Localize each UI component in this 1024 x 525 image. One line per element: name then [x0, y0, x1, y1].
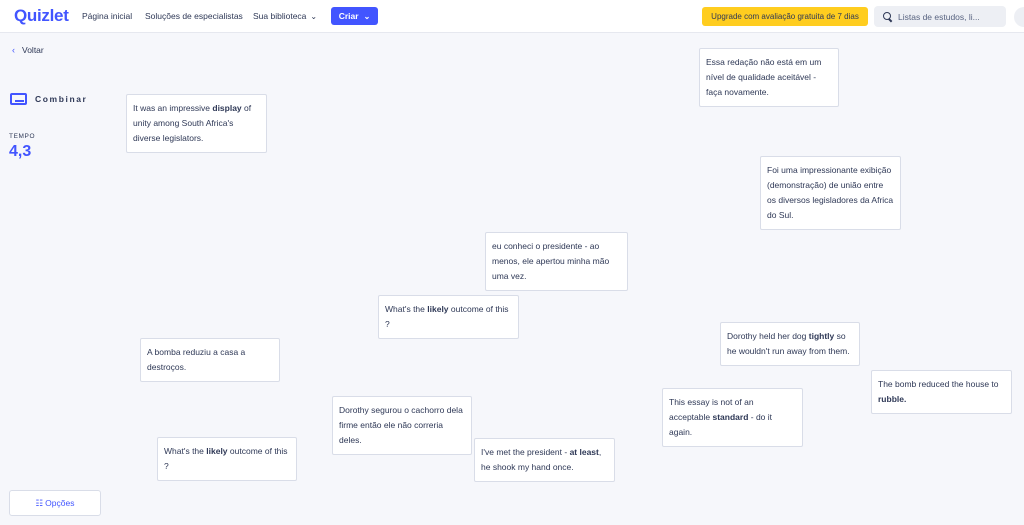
card-term-bold: likely: [206, 446, 228, 456]
card-text: What's the: [164, 446, 207, 456]
card-text: It was an impressive: [133, 103, 213, 113]
card-text: Dorothy segurou o cachorro dela firme en…: [339, 405, 463, 445]
nav-library-label: Sua biblioteca: [253, 11, 307, 21]
card-term-bold: rubble.: [878, 394, 907, 404]
card-text: What's the: [385, 304, 428, 314]
search-icon: [883, 12, 892, 21]
list-icon: ☷: [35, 497, 44, 508]
card-likely-en-2[interactable]: What's the likely outcome of this ?: [157, 437, 297, 481]
card-text: The bomb reduced the house to: [878, 379, 999, 389]
card-rubble-en[interactable]: The bomb reduced the house to rubble.: [871, 370, 1012, 414]
match-mode-icon: [10, 93, 27, 105]
chevron-left-icon: ‹: [12, 45, 15, 55]
card-text: A bomba reduziu a casa a destroços.: [147, 347, 246, 372]
card-standard-en[interactable]: This essay is not of an acceptable stand…: [662, 388, 803, 447]
card-display-en[interactable]: It was an impressive display of unity am…: [126, 94, 267, 153]
card-tightly-en[interactable]: Dorothy held her dog tightly so he would…: [720, 322, 860, 366]
card-term-bold: display: [212, 103, 242, 113]
card-term-bold: at least: [569, 447, 599, 457]
card-display-pt[interactable]: Foi uma impressionante exibição (demonst…: [760, 156, 901, 230]
timer-label: TEMPO: [9, 133, 36, 140]
card-text: I've met the president -: [481, 447, 570, 457]
create-button-label: Criar: [338, 11, 359, 21]
card-essay-pt[interactable]: Essa redação não está em um nível de qua…: [699, 48, 839, 107]
options-button[interactable]: ☷ Opções: [9, 490, 101, 516]
card-atleast-en[interactable]: I've met the president - at least, he sh…: [474, 438, 615, 482]
card-likely-en-1[interactable]: What's the likely outcome of this ?: [378, 295, 519, 339]
upgrade-button[interactable]: Upgrade com avaliação gratuita de 7 dias: [702, 7, 868, 26]
card-text: Foi uma impressionante exibição (demonst…: [767, 165, 894, 220]
timer-value: 4,3: [9, 143, 32, 160]
top-navigation-bar: Quizlet Página inicial Soluções de espec…: [0, 0, 1024, 33]
back-label: Voltar: [22, 45, 44, 55]
card-president-pt[interactable]: eu conheci o presidente - ao menos, ele …: [485, 232, 628, 291]
back-link[interactable]: ‹ Voltar: [12, 45, 44, 55]
mode-selector[interactable]: Combinar: [10, 93, 87, 105]
card-text: Essa redação não está em um nível de qua…: [706, 57, 822, 97]
mode-label: Combinar: [35, 94, 88, 104]
card-term-bold: likely: [427, 304, 449, 314]
card-text: Dorothy held her dog: [727, 331, 809, 341]
options-label: Opções: [45, 498, 75, 508]
nav-home-link[interactable]: Página inicial: [82, 11, 132, 21]
create-button[interactable]: Criar ⌄: [331, 7, 378, 25]
sidebar: ‹ Voltar Combinar TEMPO 4,3 ☷ Opções: [0, 33, 110, 525]
quizlet-logo[interactable]: Quizlet: [14, 6, 69, 26]
card-text: eu conheci o presidente - ao menos, ele …: [492, 241, 610, 281]
card-bomb-pt[interactable]: A bomba reduziu a casa a destroços.: [140, 338, 280, 382]
nav-library-dropdown[interactable]: Sua biblioteca ⌄: [253, 11, 317, 21]
avatar[interactable]: [1014, 7, 1024, 27]
chevron-down-icon: ⌄: [363, 11, 371, 21]
search-input[interactable]: Listas de estudos, li...: [874, 6, 1006, 27]
chevron-down-icon: ⌄: [310, 12, 318, 21]
search-placeholder: Listas de estudos, li...: [898, 11, 980, 22]
card-tightly-pt[interactable]: Dorothy segurou o cachorro dela firme en…: [332, 396, 472, 455]
nav-expert-solutions-link[interactable]: Soluções de especialistas: [145, 11, 243, 21]
card-term-bold: standard: [712, 412, 749, 422]
card-term-bold: tightly: [808, 331, 835, 341]
